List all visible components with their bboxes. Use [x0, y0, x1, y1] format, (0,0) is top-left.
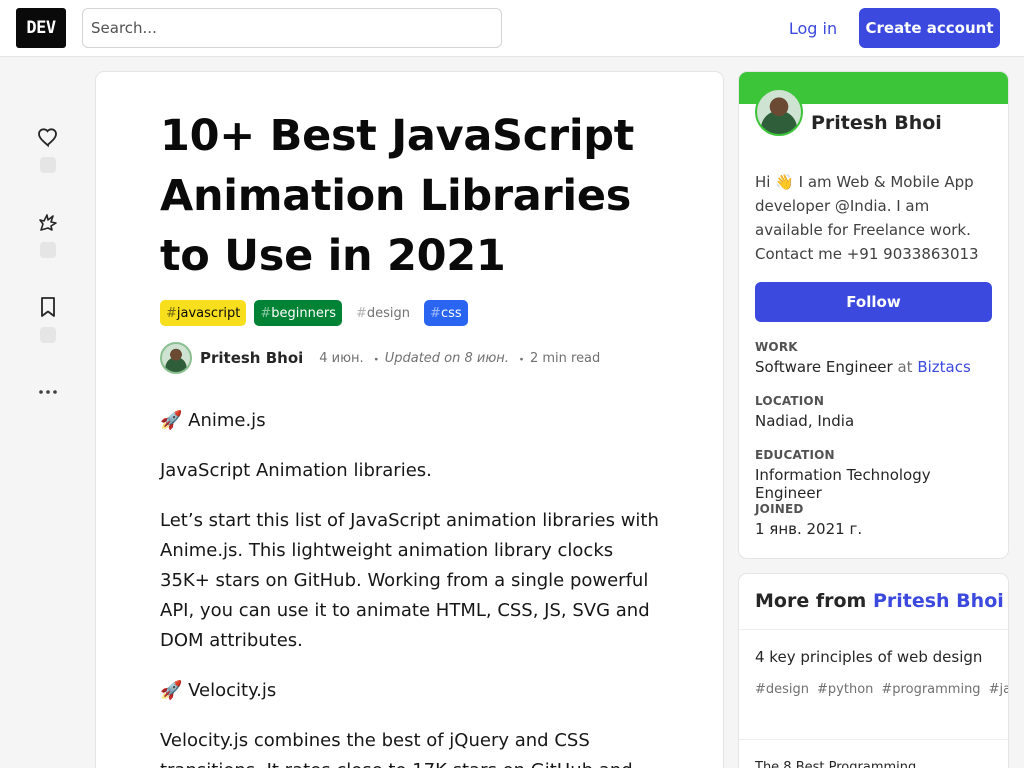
tag-beginners[interactable]: # beginners	[254, 300, 342, 326]
work-value: Software Engineer at Biztacs	[755, 358, 971, 376]
save-reaction[interactable]	[28, 287, 68, 343]
save-count-placeholder	[40, 327, 56, 343]
heart-icon[interactable]	[28, 117, 68, 157]
tag-javascript[interactable]: # javascript	[160, 300, 247, 326]
divider	[739, 629, 1008, 630]
article-title: 10+ Best JavaScript Animation Libraries …	[160, 111, 634, 281]
more-tag[interactable]: #javascript	[989, 682, 1008, 697]
more-tag[interactable]: #programming	[881, 682, 980, 697]
work-label: Work	[755, 340, 798, 354]
like-reaction[interactable]	[28, 117, 68, 173]
profile-name[interactable]: Pritesh Bhoi	[811, 112, 942, 134]
education-label: Education	[755, 448, 835, 462]
bookmark-icon[interactable]	[28, 287, 68, 327]
section-heading-anime: 🚀 Anime.js	[160, 410, 266, 431]
meta-separator: ・	[514, 352, 528, 368]
author-avatar[interactable]	[160, 342, 192, 374]
section-heading-velocity: 🚀 Velocity.js	[160, 680, 277, 701]
more-tag[interactable]: #python	[817, 682, 873, 697]
profile-bio: Hi 👋 I am Web & Mobile App developer @In…	[755, 173, 979, 263]
more-post-link[interactable]: 4 key principles of web design	[755, 648, 995, 666]
profile-education: Education Information Technology Enginee…	[755, 448, 1000, 502]
author-name[interactable]: Pritesh Bhoi	[200, 349, 303, 367]
follow-button[interactable]: Follow	[755, 282, 992, 322]
meta-separator: ・	[369, 352, 383, 368]
profile-location: Location Nadiad, India	[755, 394, 1000, 430]
unicorn-count-placeholder	[40, 242, 56, 258]
more-from-author-link[interactable]: Pritesh Bhoi	[873, 590, 1004, 612]
profile-work: Work Software Engineer at Biztacs	[755, 340, 1000, 376]
more-actions[interactable]	[28, 372, 68, 412]
more-from-card: More from Pritesh Bhoi 4 key principles …	[739, 574, 1008, 768]
top-header: DEV Log in Create account	[0, 0, 1024, 57]
updated-date: Updated on 8 июн.	[384, 350, 509, 366]
paragraph: Velocity.js combines the best of jQuery …	[160, 730, 633, 768]
dev-logo[interactable]: DEV	[16, 8, 66, 48]
divider	[739, 739, 1008, 740]
tag-css[interactable]: # css	[424, 300, 468, 326]
login-button[interactable]: Log in	[778, 10, 848, 46]
paragraph: JavaScript Animation libraries.	[160, 460, 432, 481]
ellipsis-icon[interactable]	[28, 372, 68, 412]
publish-date: 4 июн.	[319, 350, 364, 366]
read-time: 2 min read	[529, 350, 601, 366]
profile-avatar[interactable]	[755, 88, 803, 136]
joined-label: Joined	[755, 502, 804, 516]
more-post-tags: #design #python #programming #javascript	[755, 677, 1008, 703]
tag-design[interactable]: # design	[350, 300, 417, 326]
like-count-placeholder	[40, 157, 56, 173]
unicorn-icon[interactable]	[28, 202, 68, 242]
create-account-button[interactable]: Create account	[859, 8, 1000, 48]
company-link[interactable]: Biztacs	[917, 358, 970, 376]
tag-list: # javascript # beginners # design # css	[160, 300, 468, 326]
more-post-link[interactable]: The 8 Best Programming	[755, 760, 995, 768]
profile-joined: Joined 1 янв. 2021 г.	[755, 502, 1000, 538]
more-tag[interactable]: #design	[755, 682, 809, 697]
search-input[interactable]	[82, 8, 502, 48]
location-value: Nadiad, India	[755, 412, 855, 430]
author-profile-card: Pritesh Bhoi Hi 👋 I am Web & Mobile App …	[739, 72, 1008, 558]
more-from-heading: More from Pritesh Bhoi	[755, 590, 1004, 612]
article-meta: Pritesh Bhoi 4 июн. ・ Updated on 8 июн. …	[160, 342, 600, 374]
location-label: Location	[755, 394, 825, 408]
joined-value: 1 янв. 2021 г.	[755, 520, 863, 538]
article-body: 🚀 Anime.js JavaScript Animation librarie…	[160, 406, 660, 768]
education-value: Information Technology Engineer	[755, 466, 931, 502]
unicorn-reaction[interactable]	[28, 202, 68, 258]
article-card: 10+ Best JavaScript Animation Libraries …	[96, 72, 723, 768]
paragraph: Let’s start this list of JavaScript anim…	[160, 510, 659, 651]
